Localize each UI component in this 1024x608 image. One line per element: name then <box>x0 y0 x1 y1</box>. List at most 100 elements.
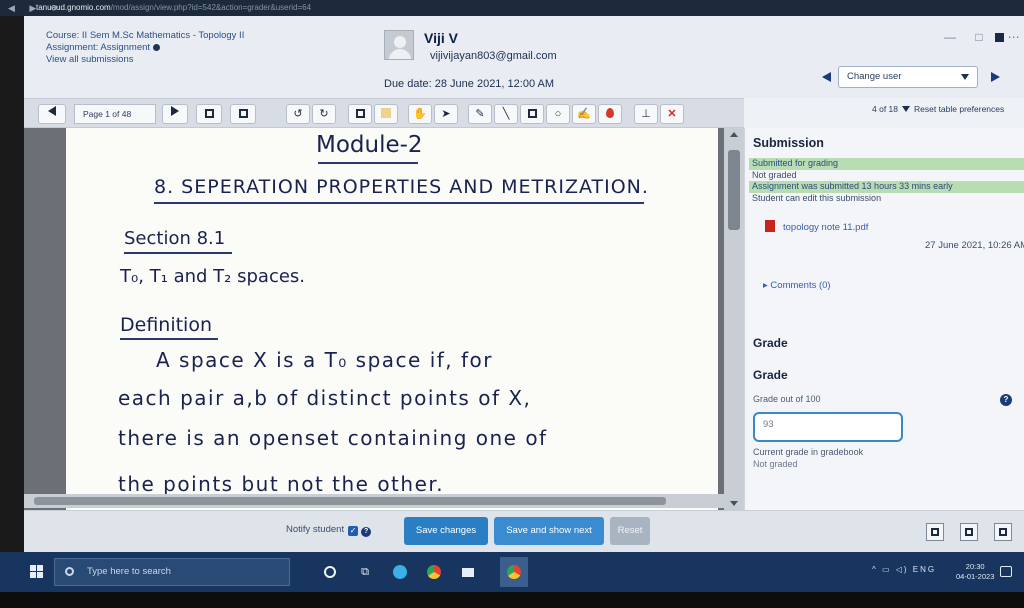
document-line: there is an openset containing one of <box>118 426 548 450</box>
highlight-icon <box>381 108 391 118</box>
rectangle-button[interactable] <box>520 104 544 124</box>
select-icon: ➤ <box>441 108 451 120</box>
expand-icon <box>238 109 248 118</box>
page-select[interactable]: Page 1 of 48 <box>74 104 156 124</box>
vertical-scroll-thumb[interactable] <box>728 150 740 230</box>
select-button[interactable]: ➤ <box>434 104 458 124</box>
oval-button[interactable]: ○ <box>546 104 570 124</box>
notify-student[interactable]: Notify student ✓? <box>286 524 372 537</box>
change-user-select[interactable]: Change user <box>838 66 978 88</box>
previous-user-icon[interactable] <box>822 72 831 82</box>
definition-heading: Definition <box>120 314 213 336</box>
save-changes-button[interactable]: Save changes <box>404 517 488 545</box>
pan-icon: ✋ <box>413 108 427 120</box>
layout-collapse-review-button[interactable] <box>926 523 944 541</box>
stamp-icon <box>355 109 365 118</box>
grade-input[interactable]: 93 <box>753 412 903 442</box>
pdf-icon <box>765 220 775 232</box>
submission-panel: Submission Submitted for grading Not gra… <box>744 128 1024 510</box>
edge-browser-icon[interactable] <box>390 562 410 582</box>
language-indicator[interactable]: ENG <box>913 565 936 574</box>
change-user-control[interactable]: Change user <box>822 66 1000 88</box>
window-controls[interactable]: — □ ⋯ <box>944 30 1024 44</box>
notify-checkbox[interactable]: ✓ <box>348 526 359 536</box>
active-chrome-window-icon[interactable] <box>500 557 528 587</box>
chrome-icon[interactable] <box>424 562 444 582</box>
next-user-icon[interactable] <box>991 72 1000 82</box>
user-email: vijivijayan803@gmail.com <box>430 50 557 62</box>
clock-date: 04-01-2023 <box>956 572 995 581</box>
grader-header: Course: II Sem M.Sc Mathematics - Topolo… <box>24 16 1024 98</box>
vertical-scrollbar[interactable] <box>724 128 744 510</box>
color-icon <box>606 108 614 118</box>
clock-time: 20:30 <box>965 562 985 571</box>
delete-button[interactable]: ✕ <box>660 104 684 124</box>
document-viewer[interactable]: Module-2 8. SEPERATION PROPERTIES AND ME… <box>24 128 744 510</box>
comment-icon: ✎ <box>475 108 485 120</box>
browser-nav-icons[interactable]: ◀ ▶ ⟳ <box>8 0 64 16</box>
reset-button[interactable]: Reset <box>610 517 650 545</box>
horizontal-scroll-thumb[interactable] <box>34 497 666 505</box>
section-heading: Section 8.1 <box>124 228 226 249</box>
mail-icon[interactable] <box>458 562 478 582</box>
scroll-down-icon[interactable] <box>730 501 738 506</box>
stamp-button[interactable] <box>348 104 372 124</box>
windows-start-icon[interactable] <box>30 565 43 578</box>
gear-icon[interactable] <box>153 44 161 51</box>
annotation-toolbar: Page 1 of 48 ↺ ↻ ✋ ➤ ✎ ╲ ○ ✍ ⊥ ✕ <box>24 98 744 128</box>
table-preferences: 4 of 18 Reset table preferences <box>872 104 1004 114</box>
clock[interactable]: 20:30 04-01-2023 <box>956 562 994 582</box>
user-stamp-icon: ⊥ <box>641 108 651 120</box>
submission-title: Submission <box>753 136 824 150</box>
pen-button[interactable]: ✍ <box>572 104 596 124</box>
highlight-button[interactable] <box>374 104 398 124</box>
arrow-right-icon <box>171 106 179 116</box>
due-date: Due date: 28 June 2021, 12:00 AM <box>384 78 555 90</box>
horizontal-scrollbar[interactable] <box>24 494 724 508</box>
assignment-link[interactable]: Assignment: Assignment <box>46 42 244 54</box>
system-tray[interactable]: ^ ▭ ◁) ENG <box>872 565 936 574</box>
url-path: /mod/assign/view.php?id=542&action=grade… <box>110 3 312 12</box>
pan-button[interactable]: ✋ <box>408 104 432 124</box>
course-link[interactable]: Course: II Sem M.Sc Mathematics - Topolo… <box>46 30 244 42</box>
arrow-left-icon <box>48 106 56 116</box>
submission-file[interactable]: topology note 11.pdf <box>765 220 868 233</box>
current-grade-label: Current grade in gradebook <box>753 447 864 457</box>
browser-address-bar[interactable]: ◀ ▶ ⟳ tanuaud.gnomio.com/mod/assign/view… <box>0 0 1024 16</box>
maximize-icon[interactable] <box>994 33 1004 42</box>
task-view-icon[interactable]: ⧉ <box>355 562 375 582</box>
pen-icon: ✍ <box>577 108 591 120</box>
scroll-up-icon[interactable] <box>730 132 738 137</box>
cortana-icon[interactable] <box>320 562 340 582</box>
layout-default-button[interactable] <box>960 523 978 541</box>
status-submitted: Submitted for grading <box>749 158 1024 170</box>
redo-button[interactable]: ↻ <box>312 104 336 124</box>
document-page[interactable]: Module-2 8. SEPERATION PROPERTIES AND ME… <box>66 128 718 510</box>
course-info: Course: II Sem M.Sc Mathematics - Topolo… <box>46 30 244 66</box>
document-line: each pair a,b of distinct points of X, <box>118 386 532 410</box>
filter-icon[interactable] <box>902 106 910 112</box>
help-icon[interactable]: ? <box>1000 394 1012 406</box>
avatar <box>384 30 414 60</box>
comment-button[interactable]: ✎ <box>468 104 492 124</box>
chevron-down-icon <box>961 74 969 80</box>
color-button[interactable] <box>598 104 622 124</box>
undo-button[interactable]: ↺ <box>286 104 310 124</box>
taskbar-search-input[interactable]: Type here to search <box>54 558 290 586</box>
windows-taskbar: Type here to search ⧉ ^ ▭ ◁) ENG 20:30 0… <box>0 552 1024 592</box>
reset-table-preferences-link[interactable]: Reset table preferences <box>914 104 1004 114</box>
search-comments-button[interactable] <box>196 104 222 124</box>
notify-help-icon[interactable]: ? <box>361 527 372 537</box>
user-name[interactable]: Viji V <box>424 30 458 46</box>
line-button[interactable]: ╲ <box>494 104 518 124</box>
submission-file-link[interactable]: topology note 11.pdf <box>783 222 868 233</box>
expand-comments-button[interactable] <box>230 104 256 124</box>
save-and-show-next-button[interactable]: Save and show next <box>494 517 604 545</box>
previous-page-button[interactable] <box>38 104 66 124</box>
notification-icon[interactable] <box>1000 566 1012 577</box>
view-all-submissions-link[interactable]: View all submissions <box>46 54 244 66</box>
comments-toggle[interactable]: ▸ Comments (0) <box>763 280 831 291</box>
user-stamp-button[interactable]: ⊥ <box>634 104 658 124</box>
layout-collapse-grade-button[interactable] <box>994 523 1012 541</box>
next-page-button[interactable] <box>162 104 188 124</box>
